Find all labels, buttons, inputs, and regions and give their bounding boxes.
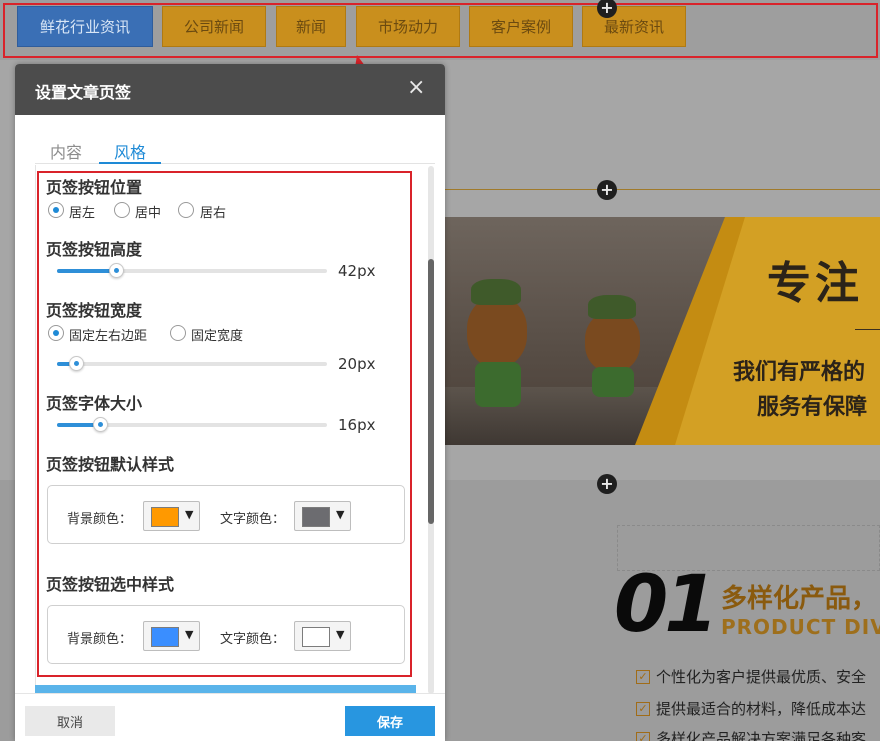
dialog-tabs: 内容 风格 [35, 134, 435, 164]
dialog-title: 设置文章页签 [35, 83, 132, 102]
tab-style[interactable]: 风格 [114, 139, 146, 163]
cancel-button[interactable]: 取消 [25, 706, 115, 736]
dialog-footer: 取消 保存 [15, 693, 445, 741]
tab-settings-dialog: 设置文章页签 × 内容 风格 页签按钮位置 居左 居中 居右 页签按钮高度 42… [15, 64, 445, 741]
style-settings-highlight [37, 171, 412, 677]
scrollbar-thumb[interactable] [428, 259, 434, 524]
tab-content[interactable]: 内容 [50, 139, 82, 163]
save-button[interactable]: 保存 [345, 706, 435, 736]
dialog-header: 设置文章页签 × [15, 64, 445, 115]
close-icon[interactable]: × [407, 76, 425, 100]
preview-strip [35, 685, 416, 693]
